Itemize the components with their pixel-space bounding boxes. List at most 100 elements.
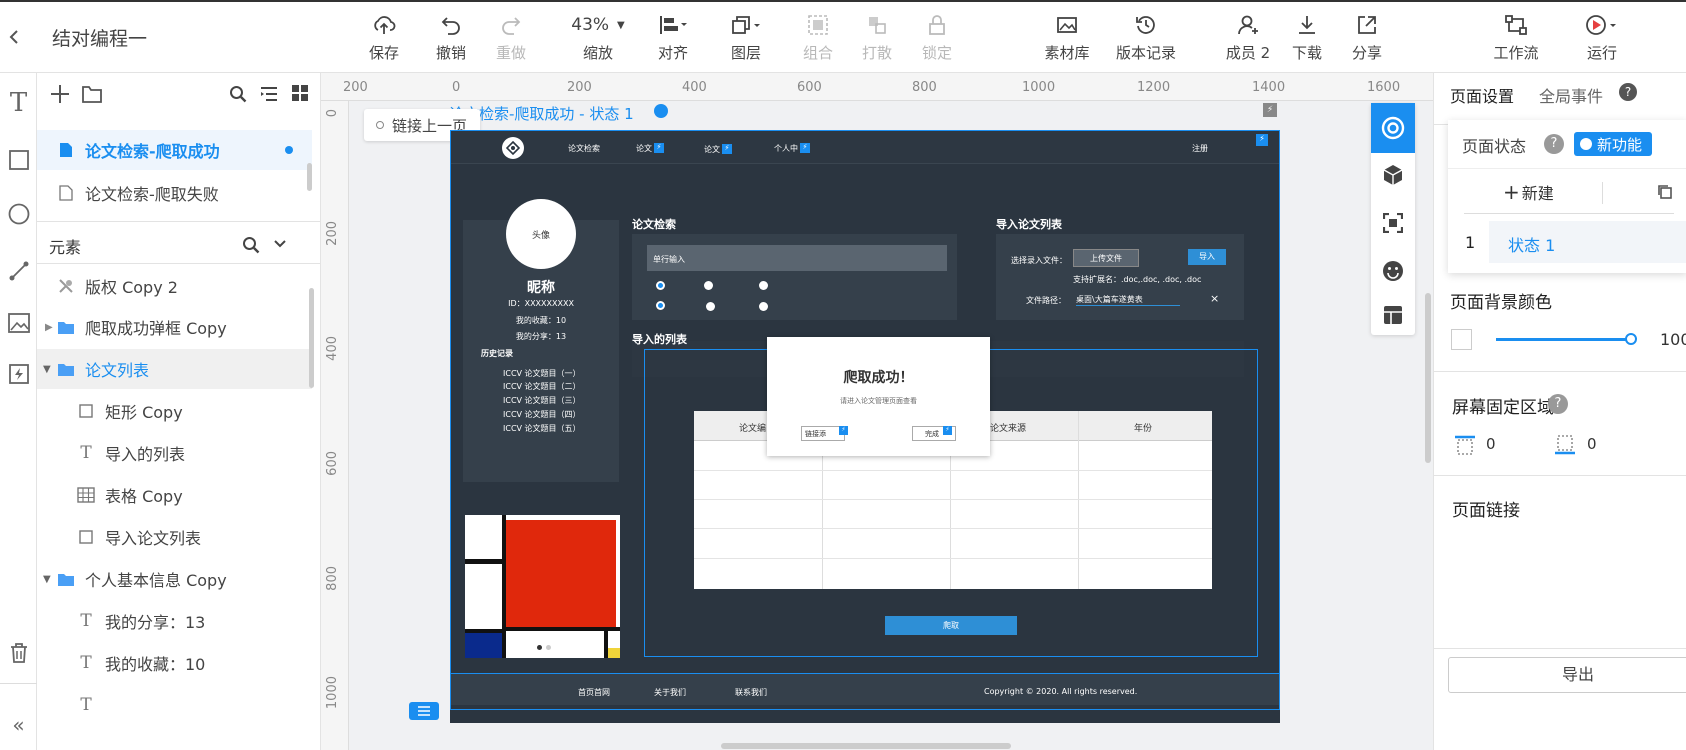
zoom-control[interactable]: 43% ▼ 缩放 — [558, 10, 638, 63]
mock-nav-item: 个人中 — [774, 144, 798, 153]
radio-icon — [656, 281, 665, 290]
tree-label: 表格 Copy — [105, 487, 183, 506]
align-label: 对齐 — [657, 44, 688, 62]
page-item[interactable]: 论文检索-爬取失败 — [37, 173, 312, 213]
page-label: 论文检索-爬取失败 — [85, 185, 219, 204]
interaction-tool-icon[interactable] — [0, 359, 37, 389]
image-tool-icon[interactable] — [0, 308, 37, 338]
tree-item[interactable]: ▼ 个人基本信息 Copy — [37, 559, 312, 599]
opacity-slider-track[interactable] — [1496, 338, 1631, 341]
emoji-icon[interactable] — [1371, 251, 1415, 291]
workflow-button[interactable]: 工作流 — [1481, 10, 1551, 63]
ruler-tick: 400 — [682, 80, 707, 95]
back-chevron-icon[interactable] — [4, 24, 24, 50]
play-circle-icon — [1572, 10, 1632, 40]
tree-item[interactable]: 表格 Copy — [37, 475, 312, 515]
tree-item[interactable]: ▶ 爬取成功弹框 Copy — [37, 307, 312, 347]
component-cube-icon[interactable] — [1371, 155, 1415, 195]
search-elements-icon[interactable] — [242, 236, 260, 258]
save-button[interactable]: 保存 — [354, 10, 414, 63]
top-toolbar: 结对编程一 保存 撤销 重做 43% ▼ 缩放 对齐 图层 组合 打散 锁定 素材… — [0, 0, 1686, 73]
fixed-top-value[interactable]: 0 — [1486, 435, 1496, 453]
ruler-tick: 200 — [325, 221, 340, 246]
bg-color-swatch[interactable] — [1451, 329, 1472, 350]
list-view-icon[interactable] — [259, 84, 279, 108]
canvas-vscrollbar[interactable] — [1425, 293, 1431, 463]
tree-item[interactable]: T 导入的列表 — [37, 433, 312, 473]
lock-button[interactable]: 锁定 — [907, 10, 967, 63]
opacity-value[interactable]: 100 — [1660, 330, 1686, 349]
ungroup-button[interactable]: 打散 — [847, 10, 907, 63]
lock-icon — [907, 10, 967, 40]
mock-path-value: 桌面\大篇车遂黄表 — [1076, 294, 1180, 306]
redo-button[interactable]: 重做 — [481, 10, 541, 63]
tree-item[interactable]: T 我的分享：13 — [37, 601, 312, 641]
help-icon[interactable]: ? — [1544, 134, 1564, 154]
tree-item-selected[interactable]: ▼ 论文列表 — [37, 349, 312, 389]
help-icon[interactable]: ? — [1619, 83, 1637, 101]
search-pages-icon[interactable] — [229, 85, 247, 107]
line-tool-icon[interactable] — [0, 256, 37, 286]
collapse-panel-icon[interactable]: « — [0, 710, 37, 740]
tree-label: 导入的列表 — [105, 445, 186, 464]
grid-view-icon[interactable] — [291, 84, 309, 106]
ruler-tick: 1200 — [1137, 80, 1171, 95]
tab-global-events[interactable]: 全局事件 — [1539, 83, 1603, 107]
align-button[interactable]: 对齐 — [643, 10, 703, 63]
undo-button[interactable]: 撤销 — [421, 10, 481, 63]
pages-scrollbar[interactable] — [307, 163, 312, 191]
lightning-icon[interactable]: ⚡ — [1263, 103, 1277, 117]
tree-item[interactable]: 导入论文列表 — [37, 517, 312, 557]
caret-down-icon: ▼ — [43, 363, 51, 375]
tree-label: 我的分享：13 — [105, 613, 206, 632]
download-button[interactable]: 下载 — [1277, 10, 1337, 63]
add-page-icon[interactable] — [49, 83, 71, 105]
group-button[interactable]: 组合 — [788, 10, 848, 63]
help-icon[interactable]: ? — [1548, 394, 1568, 414]
text-tool-icon[interactable]: T — [0, 88, 37, 118]
tab-page-settings[interactable]: 页面设置 — [1450, 83, 1514, 107]
copy-icon[interactable] — [1657, 184, 1673, 200]
mockup-page[interactable]: 论文检索 论文 ⚡ 论文 ⚡ 个人中 ⚡ 注册 ⚡ 头像 昵称 ID：XXXXX… — [450, 130, 1280, 723]
mock-popup-msg: 请进入论文管理页面查看 — [840, 397, 917, 405]
layers-button[interactable]: 图层 — [716, 10, 776, 63]
add-folder-icon[interactable] — [81, 84, 103, 104]
scan-icon[interactable] — [1371, 203, 1415, 243]
history-label: 版本记录 — [1115, 44, 1176, 62]
page-item-active[interactable]: 论文检索-爬取成功 — [37, 130, 312, 170]
tree-item[interactable]: T 我的收藏：10 — [37, 643, 312, 683]
new-state-button[interactable]: + 新建 — [1503, 180, 1554, 204]
target-icon[interactable] — [1371, 103, 1415, 153]
run-button[interactable]: 运行 — [1572, 10, 1632, 63]
tree-item[interactable]: T — [37, 685, 312, 725]
opacity-slider-handle[interactable] — [1625, 333, 1637, 345]
mock-search-title: 论文检索 — [632, 218, 676, 231]
elements-header: 元素 — [49, 238, 82, 257]
canvas-hscrollbar[interactable] — [721, 743, 1011, 749]
chevron-down-icon[interactable] — [273, 238, 287, 254]
circle-tool-icon[interactable] — [0, 199, 37, 229]
notes-icon[interactable] — [409, 702, 439, 720]
template-layout-icon[interactable] — [1371, 295, 1415, 335]
assets-button[interactable]: 素材库 — [1037, 10, 1097, 63]
rectangle-tool-icon[interactable] — [0, 145, 37, 175]
state-item[interactable]: 状态 1 — [1489, 221, 1686, 263]
history-button[interactable]: 版本记录 — [1106, 10, 1186, 63]
members-button[interactable]: 成员 2 — [1218, 10, 1278, 63]
export-button[interactable]: 导出 — [1448, 657, 1686, 693]
mock-success-popup: 爬取成功！ 请进入论文管理页面查看 链接添 ⚡ 完成 ⚡ — [767, 337, 990, 456]
lightning-icon: ⚡ — [1256, 134, 1268, 146]
tree-scrollbar[interactable] — [309, 288, 314, 388]
fixed-bottom-value[interactable]: 0 — [1587, 435, 1597, 453]
share-button[interactable]: 分享 — [1337, 10, 1397, 63]
new-feature-badge[interactable]: 新功能 — [1574, 132, 1652, 156]
ruler-vertical: 0 200 400 600 800 1000 — [321, 101, 349, 750]
ruler-tick: 1000 — [325, 676, 340, 710]
trash-icon[interactable] — [0, 638, 37, 668]
text-icon: T — [80, 695, 92, 715]
tree-item[interactable]: 版权 Copy 2 — [37, 266, 312, 306]
ruler-tick: 1400 — [1252, 80, 1286, 95]
mock-nav-item: 论文 — [636, 144, 652, 153]
state-settings-icon[interactable] — [654, 104, 668, 118]
tree-item[interactable]: 矩形 Copy — [37, 391, 312, 431]
